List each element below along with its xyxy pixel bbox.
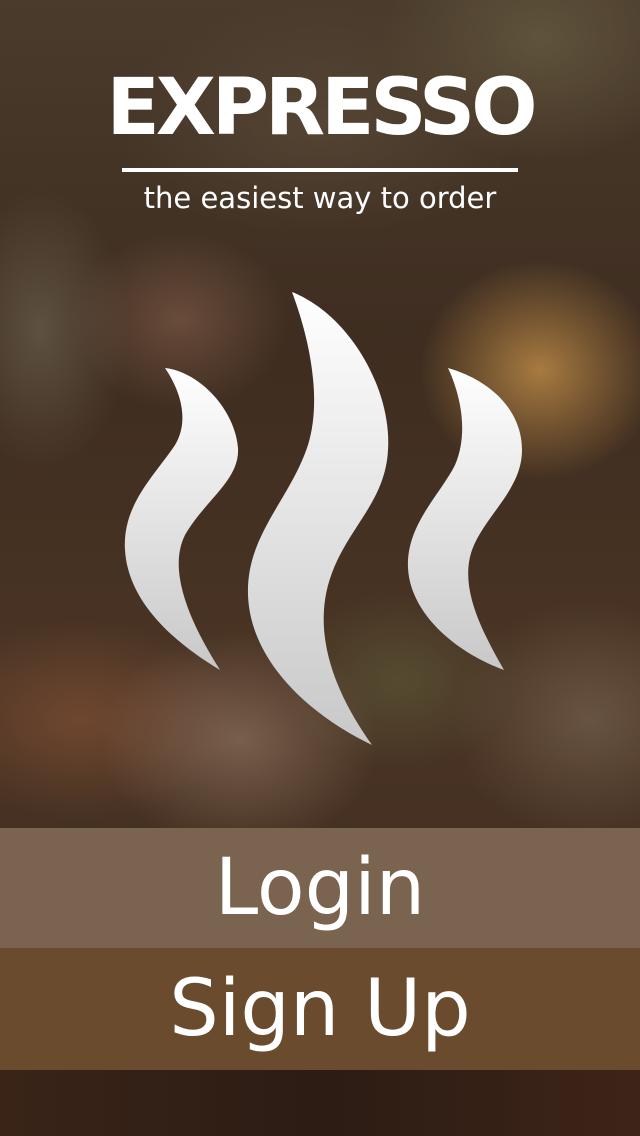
app-logo-text: EXPRESSO xyxy=(106,63,537,153)
steam-wisp-right xyxy=(407,368,522,670)
app-logo: EXPRESSO the easiest way to order xyxy=(70,60,570,218)
logo-divider xyxy=(122,168,518,172)
bottom-background-strip xyxy=(0,1070,640,1136)
signup-button[interactable]: Sign Up xyxy=(0,948,640,1070)
app-tagline: the easiest way to order xyxy=(143,181,497,215)
steam-wisp-center xyxy=(247,292,389,745)
login-button[interactable]: Login xyxy=(0,828,640,948)
welcome-screen: EXPRESSO the easiest way to order Login … xyxy=(0,0,640,1136)
steam-wisp-left xyxy=(124,368,239,670)
steam-icon xyxy=(124,292,522,745)
